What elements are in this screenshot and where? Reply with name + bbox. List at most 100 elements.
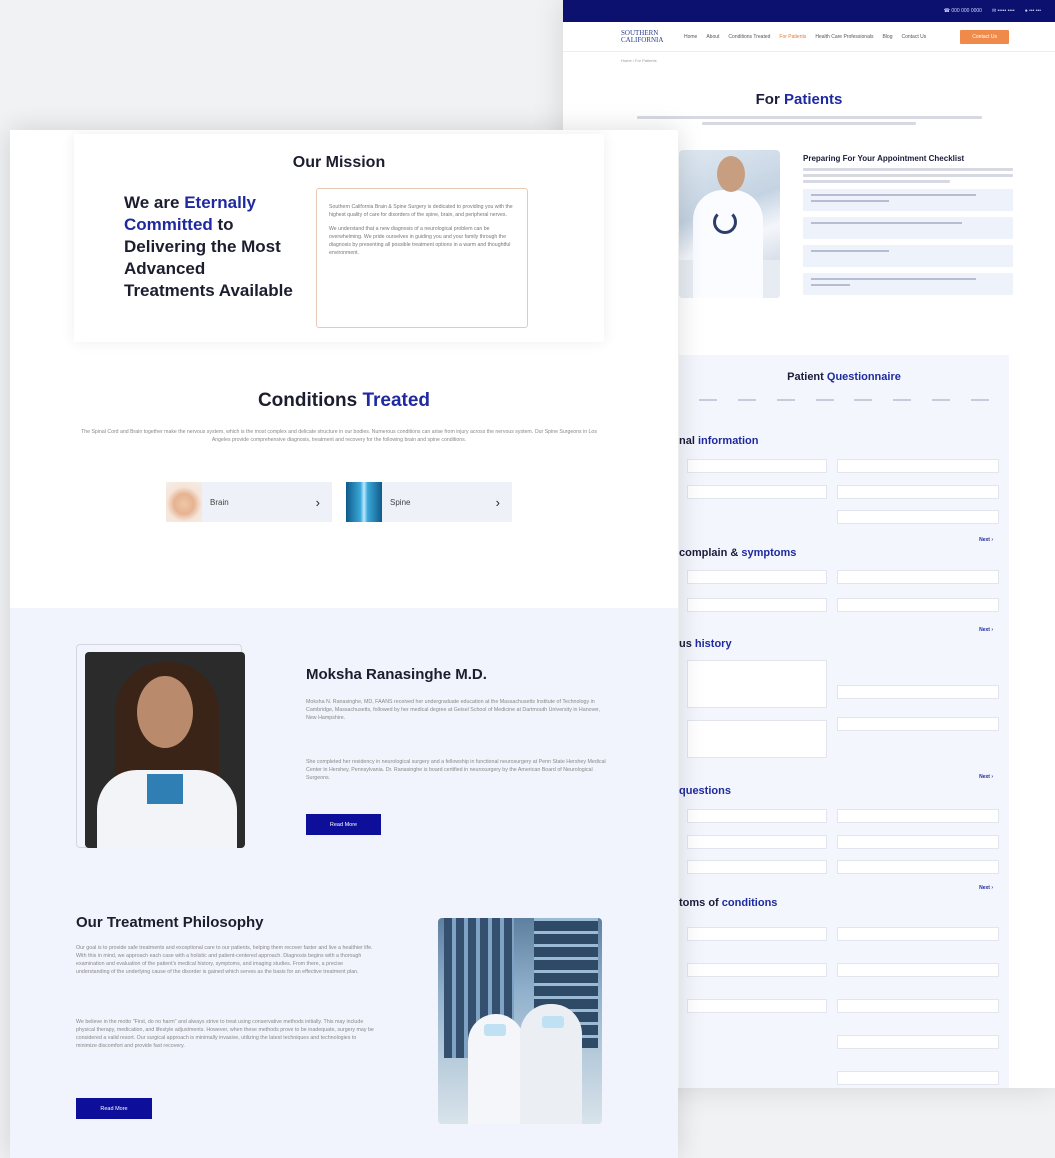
checklist-item — [803, 245, 1013, 267]
condition-label: Brain — [210, 497, 229, 507]
text-field[interactable] — [837, 999, 999, 1013]
step-indicator[interactable] — [815, 391, 834, 401]
next-button[interactable]: Next › — [979, 774, 993, 780]
spine-image — [346, 482, 382, 522]
philosophy-title: Our Treatment Philosophy — [76, 914, 264, 931]
nav-item-blog[interactable]: Blog — [882, 34, 892, 40]
nav-item-professionals[interactable]: Health Care Professionals — [815, 34, 873, 40]
text-field[interactable] — [687, 999, 827, 1013]
text-field[interactable] — [837, 809, 999, 823]
doctor-desk-photo — [679, 150, 780, 298]
checklist-intro — [803, 168, 1013, 183]
step-indicator[interactable] — [931, 391, 950, 401]
textarea-field[interactable] — [687, 720, 827, 758]
philosophy-paragraph: Our goal is to provide safe treatments a… — [76, 945, 373, 975]
step-indicator[interactable] — [893, 391, 912, 401]
brain-image — [166, 482, 202, 522]
checklist-title: Preparing For Your Appointment Checklist — [803, 154, 965, 163]
text-field[interactable] — [837, 485, 999, 499]
text-field[interactable] — [687, 598, 827, 612]
select-field[interactable] — [837, 510, 999, 524]
step-indicator[interactable] — [970, 391, 989, 401]
page-title: For Patients — [563, 91, 1055, 108]
nav-item-about[interactable]: About — [706, 34, 719, 40]
next-button[interactable]: Next › — [979, 885, 993, 891]
doctor-bio-paragraph: Moksha N. Ranasinghe, MD, FAANS received… — [306, 699, 601, 721]
main-navigation: SOUTHERN CALIFORNIA Home About Condition… — [563, 22, 1055, 52]
next-button[interactable]: Next › — [979, 627, 993, 633]
text-field[interactable] — [687, 459, 827, 473]
step-indicator[interactable] — [738, 391, 757, 401]
page-title-highlight: Patients — [783, 91, 843, 108]
step-indicator[interactable] — [699, 391, 718, 401]
phone-link[interactable]: ☎ 000 000 0000 — [944, 8, 982, 14]
text-field[interactable] — [837, 963, 999, 977]
philosophy-paragraph: We believe in the motto "First, do no ha… — [76, 1019, 374, 1049]
next-button[interactable]: Next › — [979, 537, 993, 543]
section-previous-history: us history — [679, 638, 732, 650]
appointment-checklist: Preparing For Your Appointment Checklist — [803, 154, 1013, 295]
nav-item-conditions[interactable]: Conditions Treated — [728, 34, 770, 40]
text-field[interactable] — [687, 963, 827, 977]
text-field[interactable] — [837, 685, 999, 699]
text-field[interactable] — [837, 570, 999, 584]
questionnaire-title: Patient Questionnaire — [679, 371, 1009, 383]
nav-item-home[interactable]: Home — [684, 34, 697, 40]
conditions-title: Conditions Treated — [10, 390, 678, 412]
site-logo[interactable]: SOUTHERN CALIFORNIA — [621, 29, 675, 44]
doctor-section: Moksha Ranasinghe M.D. Moksha N. Ranasin… — [10, 608, 678, 1158]
text-field[interactable] — [837, 598, 999, 612]
text-field[interactable] — [837, 459, 999, 473]
nav-item-for-patients[interactable]: For Patients — [779, 34, 806, 40]
top-contact-bar: ☎ 000 000 0000 ✉ ••••• •••• ● ••• ••• — [563, 0, 1055, 22]
mission-paragraph: We understand that a new diagnosis of a … — [329, 226, 511, 256]
page-intro-text — [636, 116, 982, 125]
text-field[interactable] — [687, 835, 827, 849]
text-field[interactable] — [687, 570, 827, 584]
doctor-read-more-button[interactable]: Read More — [306, 814, 381, 835]
breadcrumb: Home / For Patients — [621, 58, 657, 63]
conditions-description: The Spinal Cord and Brain together make … — [81, 429, 597, 443]
textarea-field[interactable] — [687, 660, 827, 708]
mission-headline-start: We are — [124, 193, 180, 212]
mission-text-box: Southern California Brain & Spine Surger… — [316, 188, 528, 328]
contact-cta-button[interactable]: Contact Us — [960, 29, 1009, 44]
condition-label: Spine — [390, 497, 411, 507]
section-symptoms-of-conditions: toms of conditions — [679, 897, 778, 909]
patient-questionnaire: Patient Questionnaire nal information Ne… — [679, 355, 1009, 1088]
doctor-name: Moksha Ranasinghe M.D. — [306, 666, 487, 683]
section-personal-information: nal information — [679, 435, 759, 447]
doctors-building-photo — [438, 918, 602, 1124]
chevron-right-icon[interactable]: › — [316, 495, 320, 510]
nav-item-contact[interactable]: Contact Us — [901, 34, 926, 40]
text-field[interactable] — [837, 835, 999, 849]
mission-card: Our Mission We are Eternally Committed t… — [74, 134, 604, 342]
text-field[interactable] — [837, 927, 999, 941]
home-page: Our Mission We are Eternally Committed t… — [10, 130, 678, 1158]
email-link[interactable]: ✉ ••••• •••• — [992, 8, 1015, 14]
text-field[interactable] — [837, 1071, 999, 1085]
mission-title: Our Mission — [292, 154, 386, 171]
text-field[interactable] — [687, 860, 827, 874]
text-field[interactable] — [687, 809, 827, 823]
condition-card-spine[interactable]: Spine › — [346, 482, 512, 522]
doctor-bio-paragraph: She completed her residency in neurologi… — [306, 759, 606, 781]
questionnaire-title-prefix: Patient — [787, 371, 824, 383]
mission-headline: We are Eternally Committed to Delivering… — [124, 192, 294, 302]
condition-card-brain[interactable]: Brain › — [166, 482, 332, 522]
login-link[interactable]: ● ••• ••• — [1025, 8, 1041, 14]
page-title-prefix: For — [755, 91, 780, 108]
doctor-portrait — [85, 652, 245, 848]
questionnaire-steps — [689, 391, 999, 401]
step-indicator[interactable] — [854, 391, 873, 401]
conditions-title-highlight: Treated — [362, 390, 431, 411]
text-field[interactable] — [687, 927, 827, 941]
section-health-questions: questions — [679, 785, 731, 797]
step-indicator[interactable] — [776, 391, 795, 401]
text-field[interactable] — [837, 1035, 999, 1049]
text-field[interactable] — [837, 717, 999, 731]
text-field[interactable] — [837, 860, 999, 874]
text-field[interactable] — [687, 485, 827, 499]
philosophy-read-more-button[interactable]: Read More — [76, 1098, 152, 1119]
chevron-right-icon[interactable]: › — [496, 495, 500, 510]
